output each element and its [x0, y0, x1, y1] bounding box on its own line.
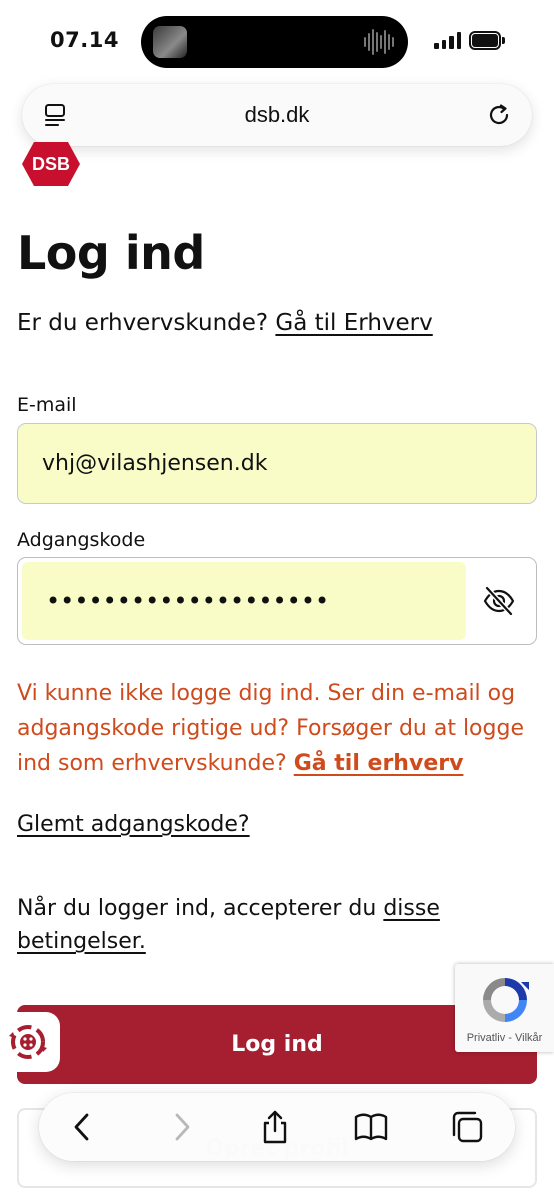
terms-notice: Når du logger ind, accepterer du disse b…	[17, 892, 447, 958]
cellular-signal-icon	[434, 32, 462, 49]
password-label: Adgangskode	[17, 529, 146, 551]
reload-icon[interactable]	[486, 102, 512, 128]
battery-icon	[469, 31, 505, 50]
forgot-password-link[interactable]: Glemt adgangskode?	[17, 812, 250, 837]
password-value: ••••••••••••••••••••	[46, 587, 330, 615]
recaptcha-badge[interactable]: Privatliv - Vilkår	[455, 964, 554, 1052]
login-button-label: Log ind	[231, 1032, 323, 1057]
page-title: Log ind	[17, 226, 205, 280]
email-label: E-mail	[17, 394, 77, 416]
email-value: vhj@vilashjensen.dk	[42, 451, 268, 476]
share-icon[interactable]	[257, 1109, 293, 1145]
error-business-link[interactable]: Gå til erhverv	[294, 751, 464, 776]
url-text[interactable]: dsb.dk	[22, 102, 532, 128]
business-prompt-line: Er du erhvervskunde? Gå til Erhverv	[17, 310, 433, 336]
recaptcha-icon	[483, 978, 529, 1022]
business-prompt: Er du erhvervskunde?	[17, 310, 269, 336]
chevron-left-icon[interactable]	[65, 1109, 101, 1145]
login-error-message: Vi kunne ikke logge dig ind. Ser din e-m…	[17, 676, 537, 781]
now-playing-artwork	[153, 26, 187, 58]
tabs-icon[interactable]	[449, 1109, 485, 1145]
address-bar[interactable]: dsb.dk	[22, 84, 532, 146]
password-field[interactable]: ••••••••••••••••••••	[22, 562, 466, 640]
chevron-right-icon[interactable]	[163, 1109, 199, 1145]
eye-slash-icon[interactable]	[482, 584, 516, 618]
recaptcha-links: Privatliv - Vilkår	[455, 1032, 554, 1044]
dynamic-island[interactable]	[141, 16, 408, 68]
email-field[interactable]: vhj@vilashjensen.dk	[17, 423, 537, 504]
terms-text: Når du logger ind, accepterer du	[17, 896, 377, 921]
recaptcha-privacy-link[interactable]: Privatliv	[467, 1032, 506, 1044]
dsb-logo[interactable]: DSB	[20, 140, 82, 188]
recaptcha-separator: -	[505, 1032, 515, 1044]
recaptcha-terms-link[interactable]: Vilkår	[515, 1032, 542, 1044]
password-field-wrapper: ••••••••••••••••••••	[17, 557, 537, 645]
browser-toolbar	[39, 1093, 515, 1161]
audio-waveform-icon	[364, 28, 394, 56]
logo-text: DSB	[32, 154, 70, 174]
accessibility-widget[interactable]	[0, 1012, 60, 1072]
book-icon[interactable]	[353, 1109, 389, 1145]
status-bar: 07.14	[0, 0, 554, 84]
status-time: 07.14	[50, 28, 119, 52]
business-link[interactable]: Gå til Erhverv	[275, 310, 432, 336]
wheel-icon	[9, 1025, 47, 1059]
